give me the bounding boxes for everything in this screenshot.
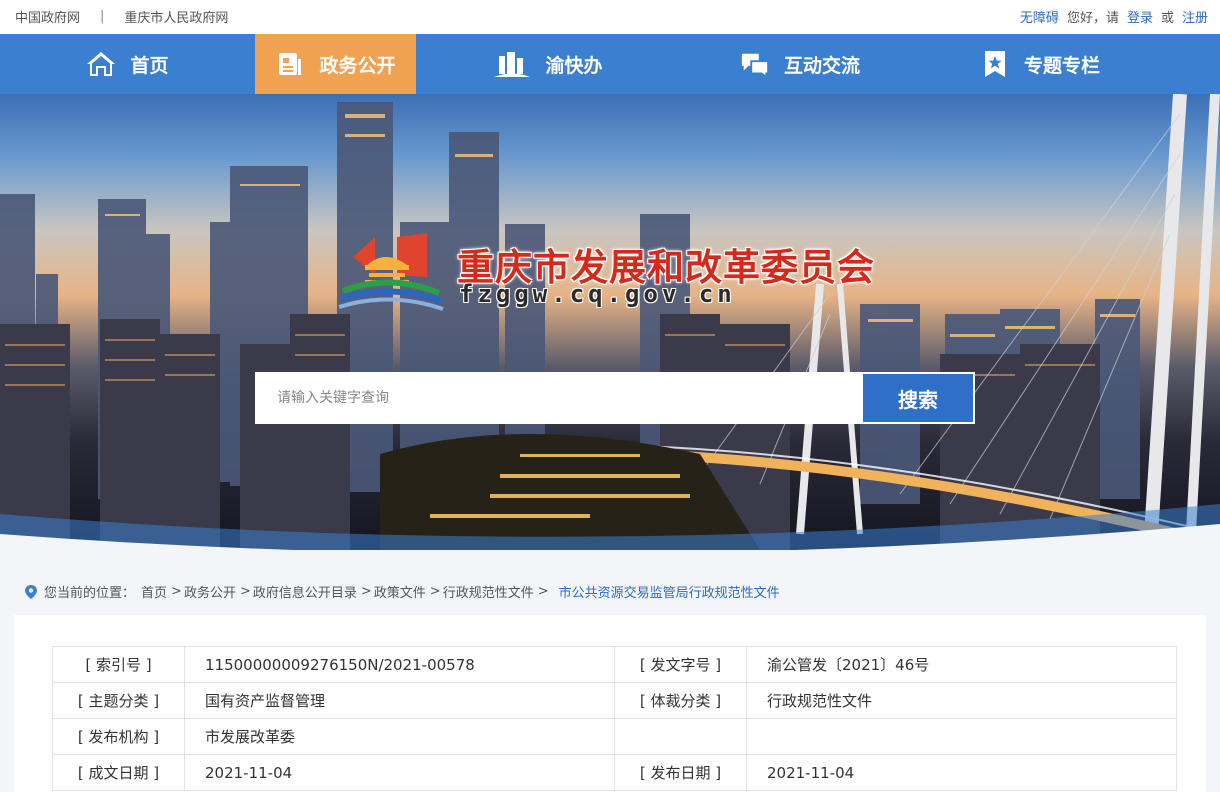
search-input[interactable] (255, 372, 861, 424)
label-written-date: [ 成文日期 ] (52, 754, 185, 791)
nav-label-home: 首页 (130, 54, 169, 77)
label-doc-number: [ 发文字号 ] (614, 646, 747, 683)
breadcrumb-separator: > (360, 584, 372, 599)
nav-label-yukuaiban: 渝快办 (545, 54, 603, 77)
nav-item-home[interactable]: 首页 (0, 34, 255, 94)
breadcrumb-separator: > (429, 584, 441, 599)
breadcrumb: 您当前的位置： 首页 > 政务公开 > 政府信息公开目录 > 政策文件 > 行政… (24, 582, 780, 601)
document-icon (275, 49, 305, 79)
top-bar: 中国政府网 | 重庆市人民政府网 无障碍 您好，请 登录 或 注册 (0, 0, 1220, 34)
link-gov-cn[interactable]: 中国政府网 (15, 7, 80, 26)
label-publish-date: [ 发布日期 ] (614, 754, 747, 791)
link-cq-gov[interactable]: 重庆市人民政府网 (124, 7, 228, 26)
label-genre: [ 体裁分类 ] (614, 682, 747, 719)
site-domain: fzggw.cq.gov.cn (459, 280, 736, 308)
breadcrumb-prefix: 您当前的位置： (44, 586, 136, 601)
nav-label-interaction: 互动交流 (783, 54, 860, 77)
label-topic: [ 主题分类 ] (52, 682, 185, 719)
breadcrumb-separator: > (537, 584, 549, 599)
label-publisher: [ 发布机构 ] (52, 718, 185, 755)
top-links: 中国政府网 | 重庆市人民政府网 (15, 7, 228, 26)
breadcrumb-item[interactable]: 行政规范性文件 (443, 582, 534, 601)
search-bar: 搜索 (255, 372, 975, 424)
home-icon (86, 49, 116, 79)
main-nav: 首页 政务公开 渝快办 互动交流 专题专栏 (0, 34, 1220, 94)
value-publisher: 市发展改革委 (184, 718, 615, 755)
table-row: [ 主题分类 ] 国有资产监督管理 [ 体裁分类 ] 行政规范性文件 (52, 682, 1177, 719)
nav-item-interaction[interactable]: 互动交流 (680, 34, 920, 94)
document-info-table: [ 索引号 ] 11500000009276150N/2021-00578 [ … (52, 646, 1177, 791)
label-empty (614, 718, 747, 755)
breadcrumb-current[interactable]: 市公共资源交易监管局行政规范性文件 (559, 582, 780, 601)
breadcrumb-item[interactable]: 政府信息公开目录 (253, 582, 357, 601)
banner: 重庆市发展和改革委员会 fzggw.cq.gov.cn 搜索 (0, 94, 1220, 550)
register-link[interactable]: 注册 (1182, 7, 1208, 26)
nav-label-gov-affairs: 政务公开 (319, 54, 396, 77)
site-logo[interactable]: 重庆市发展和改革委员会 fzggw.cq.gov.cn (335, 229, 895, 319)
login-link[interactable]: 登录 (1127, 7, 1153, 26)
value-doc-number: 渝公管发〔2021〕46号 (746, 646, 1177, 683)
breadcrumb-item[interactable]: 政务公开 (184, 582, 236, 601)
divider: | (100, 9, 105, 24)
breadcrumb-item[interactable]: 首页 (141, 582, 167, 601)
table-row: [ 发布机构 ] 市发展改革委 (52, 718, 1177, 755)
breadcrumb-item[interactable]: 政策文件 (374, 582, 426, 601)
search-button[interactable]: 搜索 (863, 374, 973, 422)
location-pin-icon (25, 584, 37, 599)
accessibility-link[interactable]: 无障碍 (1020, 7, 1059, 26)
value-genre: 行政规范性文件 (746, 682, 1177, 719)
star-bookmark-icon (980, 49, 1010, 79)
emblem-icon (338, 233, 444, 311)
table-row: [ 索引号 ] 11500000009276150N/2021-00578 [ … (52, 646, 1177, 683)
greeting-text: 您好，请 (1066, 11, 1119, 26)
value-topic: 国有资产监督管理 (184, 682, 615, 719)
nav-label-special-topics: 专题专栏 (1023, 54, 1100, 77)
table-row: [ 成文日期 ] 2021-11-04 [ 发布日期 ] 2021-11-04 (52, 754, 1177, 791)
value-index-number: 11500000009276150N/2021-00578 (184, 646, 615, 683)
value-empty (746, 718, 1177, 755)
nav-item-gov-affairs[interactable]: 政务公开 (255, 34, 416, 94)
nav-item-special-topics[interactable]: 专题专栏 (920, 34, 1160, 94)
breadcrumb-separator: > (239, 584, 251, 599)
label-index-number: [ 索引号 ] (52, 646, 185, 683)
or-text: 或 (1160, 11, 1174, 26)
city-skyline-image (0, 94, 1220, 550)
nav-item-yukuaiban[interactable]: 渝快办 (416, 34, 680, 94)
chat-icon (740, 49, 770, 79)
user-links: 无障碍 您好，请 登录 或 注册 (1020, 7, 1208, 26)
breadcrumb-separator: > (171, 584, 182, 599)
value-publish-date: 2021-11-04 (746, 754, 1177, 791)
building-icon (493, 49, 531, 79)
value-written-date: 2021-11-04 (184, 754, 615, 791)
